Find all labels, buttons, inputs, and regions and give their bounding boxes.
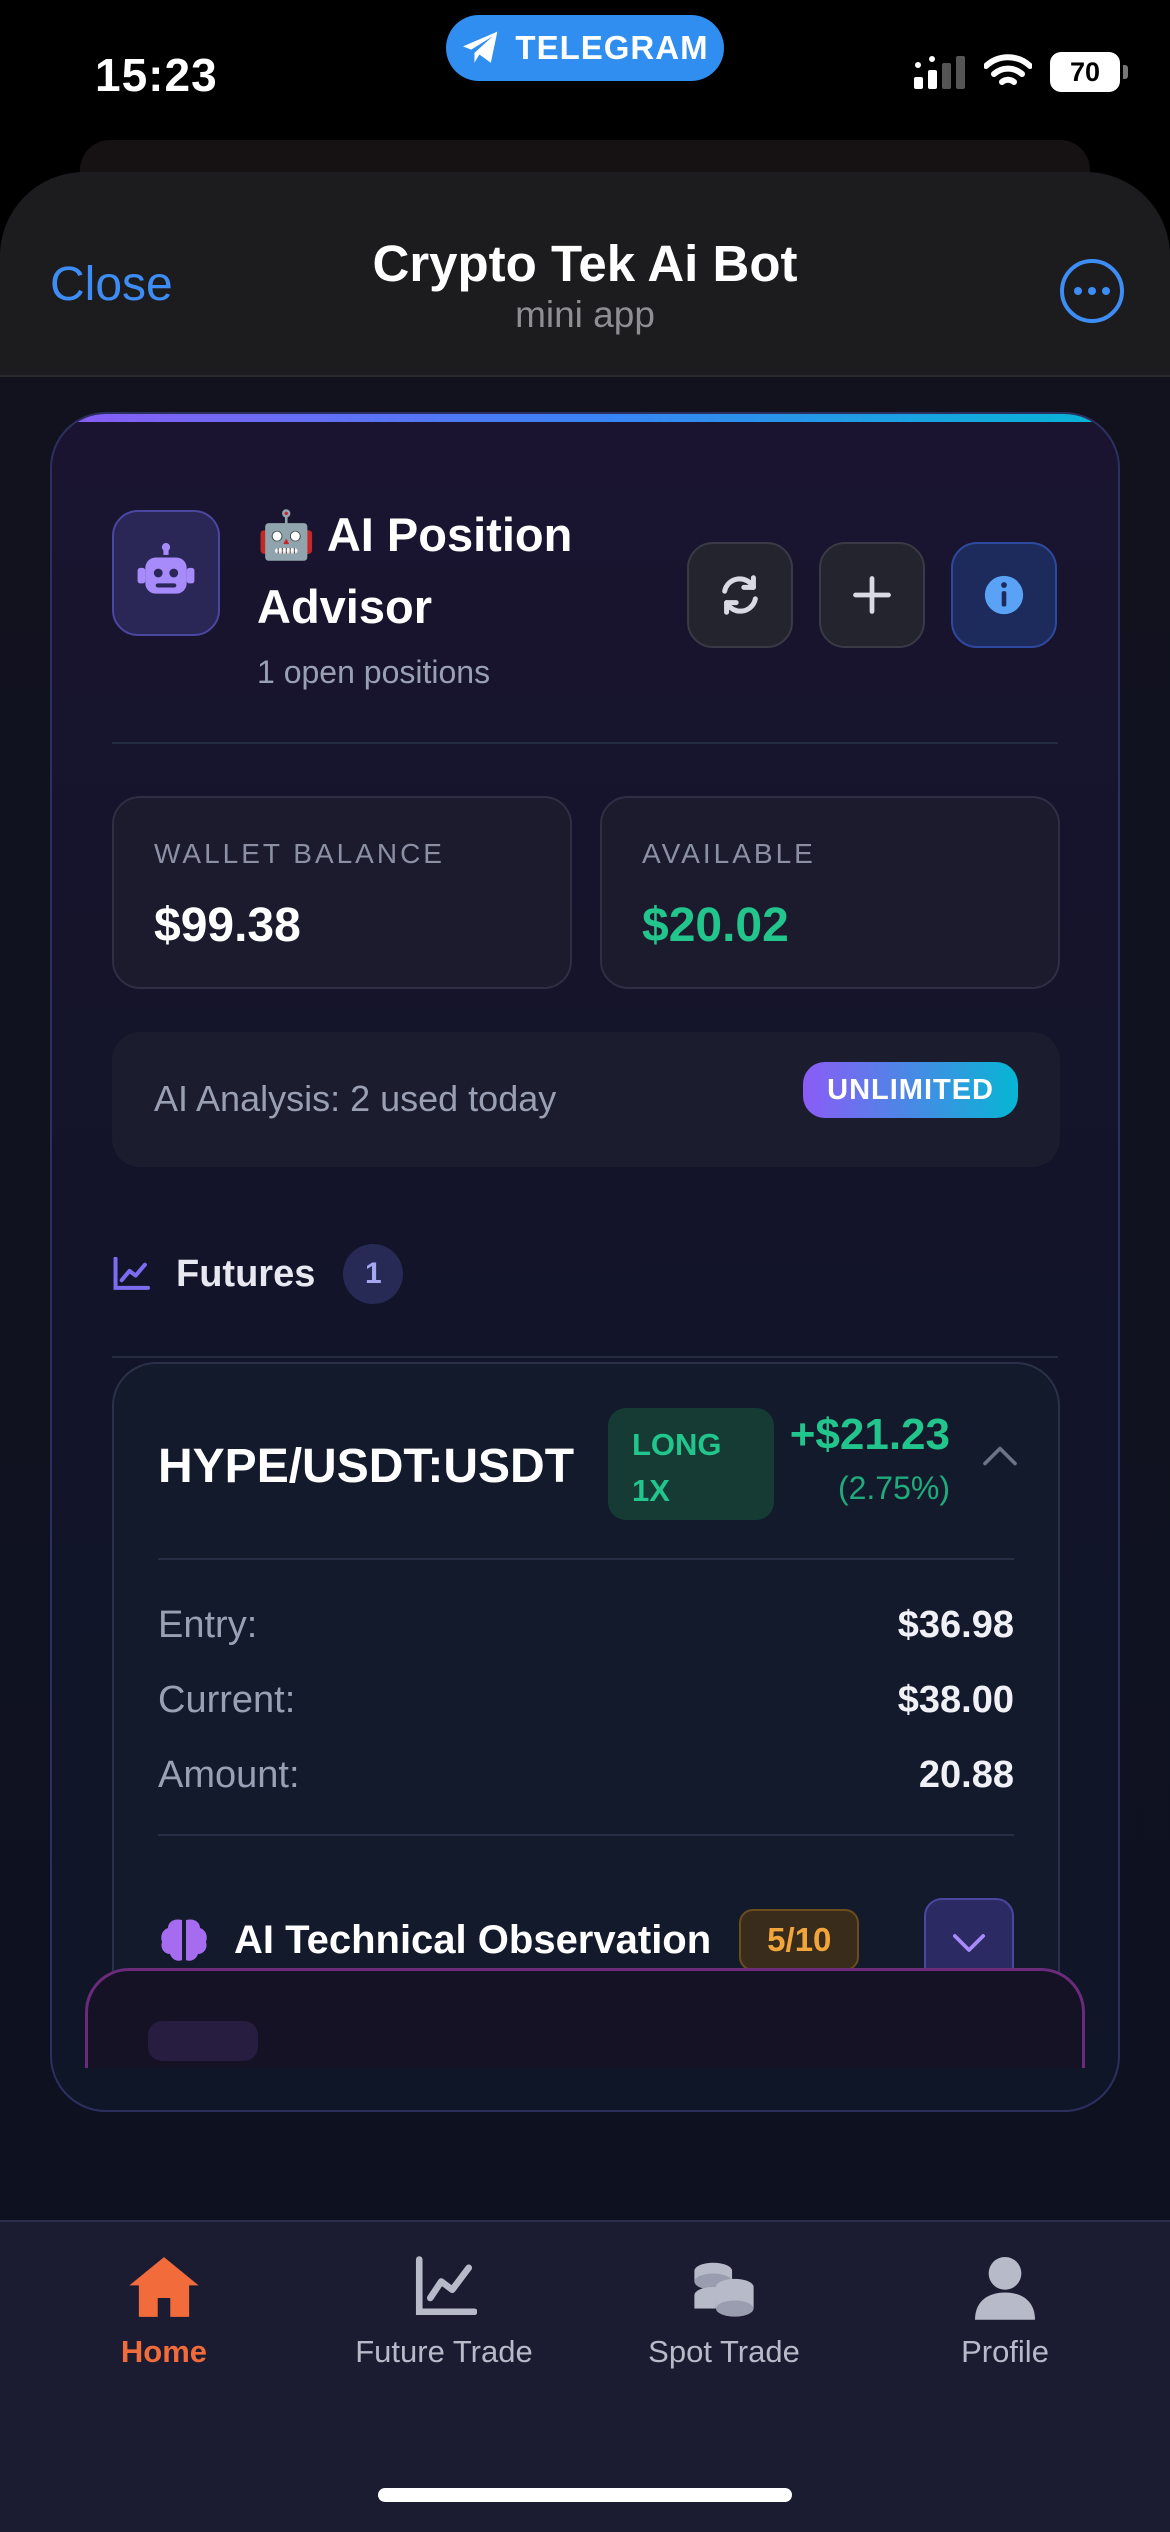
open-positions-count: 1 open positions: [257, 654, 491, 690]
plus-icon: [853, 576, 891, 614]
entry-label: Entry:: [158, 1604, 258, 1646]
ai-observation-row[interactable]: AI Technical Observation 5/10: [158, 1909, 860, 1971]
refresh-icon: [722, 575, 758, 615]
available-label: AVAILABLE: [642, 838, 816, 869]
app-subtitle: mini app: [515, 294, 655, 335]
amount-value: 20.88: [918, 1754, 1014, 1796]
futures-label: Futures: [176, 1252, 316, 1295]
position-side: LONG: [632, 1427, 722, 1462]
chart-line-icon: [113, 1257, 150, 1290]
wallet-balance-box: WALLET BALANCE $99.38: [112, 796, 572, 989]
futures-count-badge: 1: [343, 1244, 404, 1304]
observation-divider: [158, 1834, 1014, 1836]
user-icon: [975, 2257, 1035, 2320]
position-pnl: +$21.23 (2.75%): [790, 1410, 950, 1507]
home-indicator[interactable]: [378, 2488, 792, 2502]
chevron-up-icon[interactable]: [982, 1444, 1018, 1468]
telegram-icon: [463, 31, 498, 63]
nav-spot-trade[interactable]: Spot Trade: [599, 2254, 849, 2370]
current-value: $38.00: [897, 1679, 1014, 1721]
mini-app-sheet: Close Crypto Tek Ai Bot mini app 🤖 AI Po…: [0, 172, 1170, 2532]
available-box: AVAILABLE $20.02: [600, 796, 1060, 989]
chevron-down-icon: [952, 1934, 986, 1952]
nav-future-trade-label: Future Trade: [355, 2334, 533, 2369]
pnl-percent: (2.75%): [837, 1470, 950, 1506]
current-row: Current: $38.00: [158, 1679, 1014, 1722]
nav-profile[interactable]: Profile: [880, 2254, 1130, 2370]
status-icons: 70: [914, 52, 1128, 92]
robot-icon: [112, 510, 220, 636]
bottom-nav: Home Future Trade Spot Trade Profile: [0, 2220, 1170, 2532]
sheet-header: Close Crypto Tek Ai Bot mini app: [0, 172, 1170, 377]
status-bar: 15:23 TELEGRAM 70: [0, 0, 1170, 150]
robot-emoji: 🤖: [257, 508, 316, 561]
nav-future-trade[interactable]: Future Trade: [319, 2254, 569, 2370]
available-value: $20.02: [642, 899, 789, 952]
telegram-label: TELEGRAM: [515, 29, 709, 66]
position-side-badge: LONG 1X: [608, 1408, 774, 1520]
coins-icon: [694, 2262, 754, 2317]
info-icon: [984, 575, 1024, 615]
analysis-usage-text: AI Analysis: 2 used today: [154, 1078, 557, 1119]
wallet-balance-label: WALLET BALANCE: [154, 838, 445, 869]
wifi-icon: [984, 54, 1032, 85]
info-button[interactable]: [951, 542, 1057, 648]
header-divider: [112, 742, 1058, 744]
telegram-pill[interactable]: TELEGRAM: [446, 15, 724, 81]
brain-icon: [161, 1919, 207, 1961]
refresh-button[interactable]: [687, 542, 793, 648]
position-card[interactable]: HYPE/USDT:USDT LONG 1X +$21.23 (2.75%) E…: [112, 1362, 1060, 2042]
futures-divider: [112, 1356, 1058, 1358]
more-options-button[interactable]: [1060, 259, 1124, 323]
battery-indicator: 70: [1050, 52, 1128, 92]
amount-row: Amount: 20.88: [158, 1754, 1014, 1797]
add-position-button[interactable]: [819, 542, 925, 648]
current-label: Current:: [158, 1679, 296, 1721]
wallet-balance-value: $99.38: [154, 899, 301, 952]
position-advisor-card: 🤖 AI Position Advisor 1 open positions W…: [50, 412, 1120, 2112]
nav-home[interactable]: Home: [39, 2254, 289, 2370]
advisor-title: 🤖 AI Position Advisor: [257, 499, 637, 643]
ai-score-badge: 5/10: [739, 1909, 860, 1971]
main-content[interactable]: 🤖 AI Position Advisor 1 open positions W…: [0, 377, 1170, 2532]
card-accent-bar: [52, 414, 1118, 422]
pnl-value: +$21.23: [789, 1410, 950, 1459]
next-card-peek: [85, 1968, 1085, 2068]
futures-section-header: Futures 1: [112, 1244, 404, 1304]
position-divider: [158, 1558, 1014, 1560]
home-icon: [129, 2257, 199, 2317]
position-pair: HYPE/USDT:USDT: [158, 1440, 575, 1493]
nav-spot-trade-label: Spot Trade: [648, 2334, 800, 2369]
signal-icon: [914, 56, 965, 89]
ai-analysis-usage: AI Analysis: 2 used today UNLIMITED: [112, 1032, 1060, 1167]
position-leverage: 1X: [632, 1473, 670, 1508]
nav-home-label: Home: [120, 2334, 208, 2369]
nav-profile-label: Profile: [961, 2334, 1049, 2369]
chart-line-icon: [415, 2256, 477, 2316]
status-time: 15:23: [95, 49, 218, 101]
plan-badge: UNLIMITED: [803, 1062, 1018, 1118]
amount-label: Amount:: [158, 1754, 300, 1796]
entry-row: Entry: $36.98: [158, 1604, 1014, 1647]
app-title: Crypto Tek Ai Bot: [372, 235, 798, 292]
ai-observation-label: AI Technical Observation: [234, 1917, 712, 1962]
entry-value: $36.98: [897, 1604, 1014, 1646]
